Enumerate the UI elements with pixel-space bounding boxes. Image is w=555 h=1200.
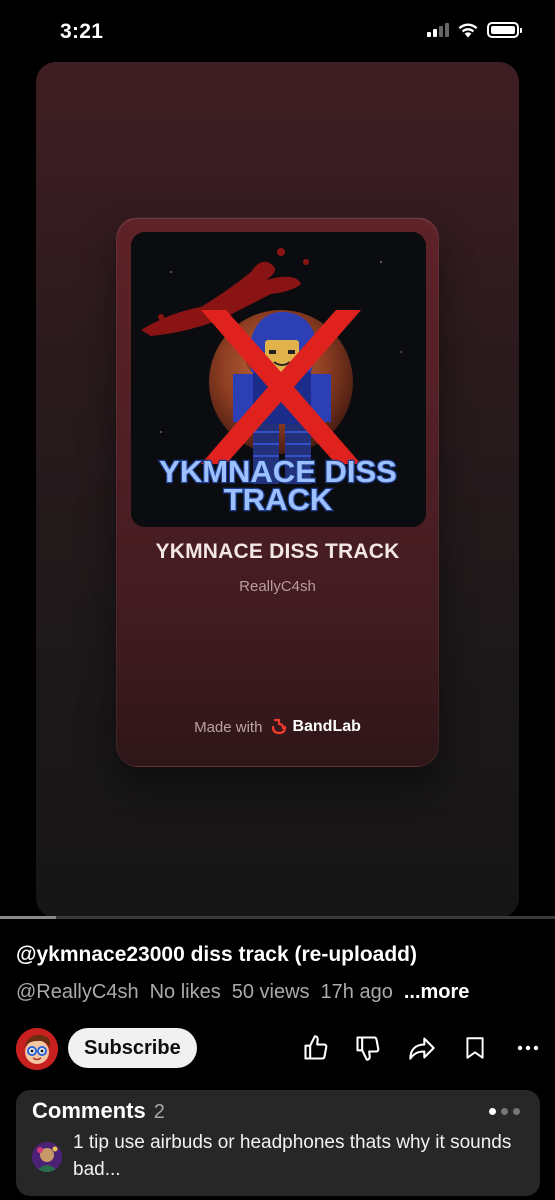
views-count: 50 views bbox=[231, 981, 310, 1003]
upload-age: 17h ago bbox=[320, 981, 393, 1003]
more-icon[interactable] bbox=[512, 1032, 544, 1064]
track-artwork: YKMNACE DISS TRACK bbox=[131, 232, 426, 527]
bandlab-icon bbox=[272, 718, 287, 735]
channel-actions-row: Subscribe bbox=[16, 1026, 546, 1070]
subscribe-button[interactable]: Subscribe bbox=[68, 1028, 197, 1068]
cellular-signal-icon bbox=[427, 23, 449, 37]
comments-count: 2 bbox=[153, 1101, 165, 1123]
bandlab-brand: BandLab bbox=[292, 718, 361, 735]
like-icon[interactable] bbox=[300, 1032, 332, 1064]
battery-level bbox=[491, 26, 515, 34]
made-with-label: Made with bbox=[194, 718, 263, 736]
playback-progress-fill bbox=[0, 916, 56, 919]
bandlab-track-card: YKMNACE DISS TRACK YKMNACE DISS TRACK Re… bbox=[116, 217, 439, 767]
share-icon[interactable] bbox=[406, 1032, 438, 1064]
save-icon[interactable] bbox=[459, 1032, 491, 1064]
commenter-avatar bbox=[32, 1142, 62, 1172]
comments-header: Comments 2 bbox=[32, 1098, 165, 1124]
wifi-icon bbox=[458, 23, 478, 38]
dislike-icon[interactable] bbox=[352, 1032, 384, 1064]
status-bar: 3:21 bbox=[0, 0, 555, 62]
video-player[interactable]: YKMNACE DISS TRACK YKMNACE DISS TRACK Re… bbox=[36, 62, 519, 918]
made-with-bandlab: Made with BandLab bbox=[117, 718, 438, 736]
battery-icon bbox=[487, 22, 522, 38]
track-title: YKMNACE DISS TRACK bbox=[155, 540, 400, 563]
comments-label: Comments bbox=[32, 1098, 146, 1123]
video-meta[interactable]: @ReallyC4sh No likes 50 views 17h ago ..… bbox=[16, 981, 469, 1004]
channel-avatar[interactable] bbox=[16, 1028, 58, 1070]
likes-count: No likes bbox=[149, 981, 221, 1003]
video-title[interactable]: @ykmnace23000 diss track (re-uploadd) bbox=[16, 943, 417, 967]
status-time: 3:21 bbox=[60, 20, 104, 43]
status-icons bbox=[427, 22, 522, 38]
channel-handle[interactable]: @ReallyC4sh bbox=[16, 981, 139, 1004]
artwork-text-line2: TRACK bbox=[224, 482, 333, 517]
track-artist: ReallyC4sh bbox=[239, 578, 316, 595]
comment-preview-text: 1 tip use airbuds or headphones thats wh… bbox=[73, 1132, 512, 1180]
comments-pager-dots bbox=[489, 1108, 520, 1115]
more-link[interactable]: ...more bbox=[404, 981, 470, 1004]
comments-panel[interactable]: Comments 2 1 tip use airbuds or headphon… bbox=[16, 1090, 540, 1196]
playback-progress-bar[interactable] bbox=[0, 916, 555, 919]
bandlab-logo: BandLab bbox=[270, 718, 361, 736]
